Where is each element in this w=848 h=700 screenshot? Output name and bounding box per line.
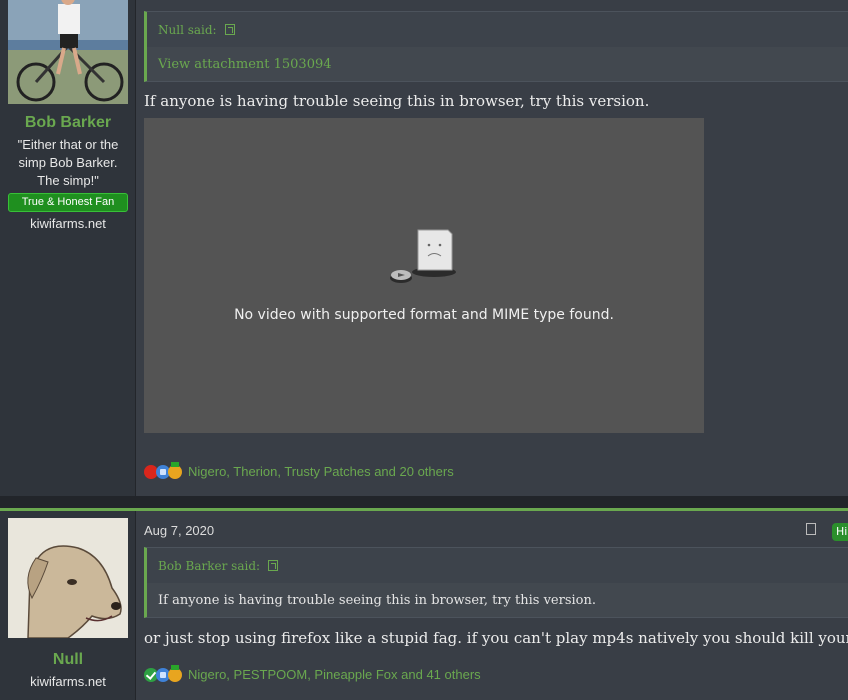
- user-site: kiwifarms.net: [30, 216, 106, 231]
- user-banner: True & Honest Fan: [8, 193, 128, 212]
- post-content: Null said: View attachment 1503094 If an…: [144, 0, 848, 496]
- quote-header[interactable]: Bob Barker said:: [147, 548, 848, 583]
- reactions-names[interactable]: Nigero, Therion, Trusty Patches: [188, 464, 371, 479]
- avatar[interactable]: [8, 518, 128, 638]
- username[interactable]: Bob Barker: [0, 114, 136, 132]
- post-body: If anyone is having trouble seeing this …: [144, 92, 650, 110]
- quote-block: Bob Barker said: If anyone is having tro…: [144, 547, 848, 618]
- share-icon[interactable]: [806, 523, 816, 535]
- video-error-message: No video with supported format and MIME …: [234, 307, 614, 323]
- reactions-bar[interactable]: Nigero, Therion, Trusty Patches and 20 o…: [144, 461, 454, 479]
- reactions-bar[interactable]: Nigero, PESTPOOM, Pineapple Fox and 41 o…: [144, 664, 481, 682]
- user-cell: Bob Barker "Either that or the simp Bob …: [0, 0, 136, 496]
- quote-body: If anyone is having trouble seeing this …: [147, 583, 848, 617]
- avatar[interactable]: [8, 0, 128, 104]
- reactions-list[interactable]: Nigero, PESTPOOM, Pineapple Fox and 41 o…: [188, 667, 481, 682]
- reactions-others[interactable]: and 41 others: [398, 667, 481, 682]
- medal-icon: [168, 461, 182, 479]
- post-body: or just stop using firefox like a stupid…: [144, 629, 848, 647]
- user-title: "Either that or the simp Bob Barker. The…: [17, 137, 119, 188]
- attachment-link[interactable]: View attachment 1503094: [158, 57, 332, 72]
- quote-author[interactable]: Bob Barker said:: [158, 559, 260, 573]
- status-badge: Hi: [832, 523, 848, 541]
- sad-file-icon: [389, 228, 461, 292]
- quote-header[interactable]: Null said:: [147, 12, 848, 47]
- reactions-list[interactable]: Nigero, Therion, Trusty Patches and 20 o…: [188, 464, 454, 479]
- medal-icon: [168, 664, 182, 682]
- user-site: kiwifarms.net: [30, 674, 106, 689]
- arrow-up-icon[interactable]: [224, 24, 235, 35]
- reactions-names[interactable]: Nigero, PESTPOOM, Pineapple Fox: [188, 667, 398, 682]
- quote-block: Null said: View attachment 1503094: [144, 11, 848, 82]
- post-null: Null kiwifarms.net Aug 7, 2020 Hi Bob Ba…: [0, 508, 848, 700]
- username[interactable]: Null: [0, 651, 136, 669]
- reactions-others[interactable]: and 20 others: [371, 464, 454, 479]
- quote-author[interactable]: Null said:: [158, 23, 217, 37]
- arrow-up-icon[interactable]: [268, 560, 279, 571]
- post-bob-barker: Bob Barker "Either that or the simp Bob …: [0, 0, 848, 496]
- post-date[interactable]: Aug 7, 2020: [144, 523, 214, 538]
- video-player[interactable]: No video with supported format and MIME …: [144, 118, 704, 433]
- user-cell: Null kiwifarms.net: [0, 511, 136, 700]
- quote-text: If anyone is having trouble seeing this …: [158, 592, 596, 608]
- post-content: Aug 7, 2020 Hi Bob Barker said: If anyon…: [144, 511, 848, 700]
- quote-body: View attachment 1503094: [147, 47, 848, 81]
